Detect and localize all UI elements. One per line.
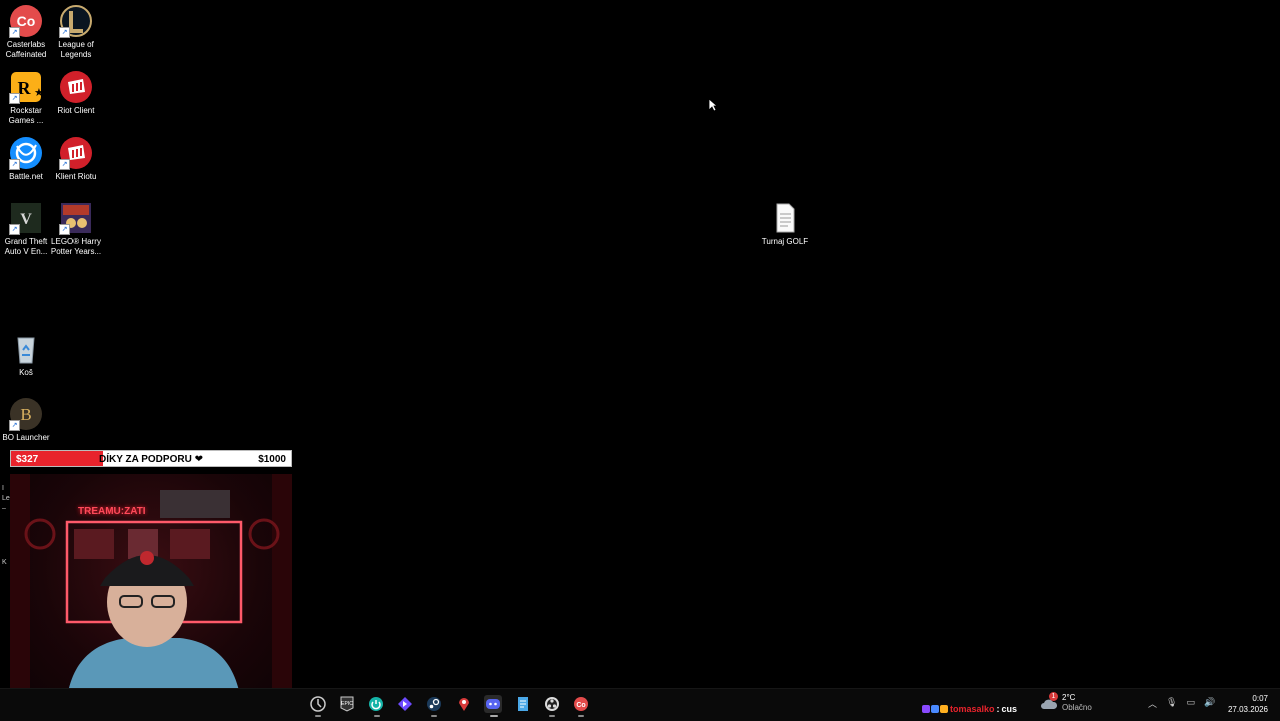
running-indicator (490, 715, 498, 717)
clipped-desktop-labels: I Le – K (2, 484, 10, 568)
svg-text:EPIC: EPIC (341, 701, 353, 707)
desktop-icon-label: Battle.net (9, 172, 43, 181)
lego-harry-potter-icon: ↗ (59, 201, 93, 235)
chat-ticker: tomasalko : cus (922, 704, 1017, 714)
casterlabs-icon[interactable]: Co (572, 695, 590, 713)
desktop-icon-gta-v[interactable]: V ↗ Grand Theft Auto V En... (0, 201, 52, 257)
weather-temp: 2°C (1062, 693, 1076, 702)
svg-text:★: ★ (34, 87, 43, 99)
riot-client-icon (59, 70, 93, 104)
webcam-sign-text: TREAMU:ZATI (78, 506, 146, 517)
battle-net-icon: ↗ (9, 136, 43, 170)
notepad-icon[interactable] (514, 695, 532, 713)
discord-icon[interactable] (484, 695, 502, 713)
desktop-icon-lego-harry-potter[interactable]: ↗ LEGO® Harry Potter Years... (50, 201, 102, 257)
steam-icon[interactable] (425, 695, 443, 713)
obs-icon[interactable] (543, 695, 561, 713)
donation-goal-current: $327 (16, 454, 39, 465)
svg-text:B: B (20, 405, 31, 424)
mouse-cursor-icon (708, 98, 718, 112)
clipped-label: – (2, 505, 6, 512)
desktop-icon-league-of-legends[interactable]: ↗ League of Legends (50, 4, 102, 60)
microphone-icon[interactable]: 🎙 (1166, 697, 1177, 710)
svg-text:V: V (20, 211, 32, 228)
desktop-icon-label: Casterlabs Caffeinated (5, 40, 47, 59)
donation-goal-text: DÍKY ZA PODPORU ❤ (99, 454, 203, 465)
chat-separator: : (996, 704, 1000, 714)
desktop-icon-label: Rockstar Games ... (8, 106, 44, 125)
start-icon[interactable] (309, 695, 327, 713)
clock-time: 0:07 (1252, 694, 1268, 703)
desktop-icon-label: LEGO® Harry Potter Years... (50, 237, 102, 256)
desktop-icon-label: Grand Theft Auto V En... (4, 237, 48, 256)
system-tray: ︿ 🎙 ▭ 🔊 (1148, 697, 1215, 710)
desktop-icon-label: BO Launcher (2, 433, 50, 442)
desktop-icon-recycle-bin[interactable]: Koš (0, 332, 52, 378)
map-pin-icon[interactable] (455, 695, 473, 713)
text-file-icon (768, 201, 802, 235)
desktop-icon-label: League of Legends (58, 40, 94, 59)
desktop-icon-riot-client[interactable]: Riot Client (50, 70, 102, 116)
volume-icon[interactable]: 🔊 (1204, 697, 1215, 710)
desktop-icon-turnaj-golf[interactable]: Turnaj GOLF (759, 201, 811, 247)
desktop-icon-bo-launcher[interactable]: B ↗ BO Launcher (0, 397, 52, 443)
clipped-label: K (2, 559, 7, 566)
clock-date: 27.03.2026 (1227, 705, 1268, 714)
desktop-icon-label: Turnaj GOLF (761, 237, 809, 246)
network-icon[interactable]: ▭ (1186, 697, 1195, 710)
desktop-icon-label: Koš (19, 368, 33, 377)
recycle-bin-icon (9, 332, 43, 366)
donation-goal-bar: $327 DÍKY ZA PODPORU ❤ $1000 (10, 450, 292, 467)
chat-username: tomasalko (950, 704, 995, 714)
desktop-icon-label: Klient Riotu (55, 172, 97, 181)
league-of-legends-icon: ↗ (59, 4, 93, 38)
bo-launcher-icon: B ↗ (9, 397, 43, 431)
gta-v-icon: V ↗ (9, 201, 43, 235)
webcam-overlay: TREAMU:ZATI (10, 474, 292, 710)
weather-badge: 1 (1049, 692, 1058, 701)
chat-message: cus (1001, 704, 1018, 714)
clipped-label: I (2, 485, 4, 492)
running-indicator (578, 715, 584, 717)
running-indicator (431, 715, 437, 717)
running-indicator (549, 715, 555, 717)
desktop-icon-rockstar[interactable]: R ★ ↗ Rockstar Games ... (0, 70, 52, 126)
running-indicator (374, 715, 380, 717)
desktop-icon-casterlabs[interactable]: Co ↗ Casterlabs Caffeinated (0, 4, 52, 60)
desktop-icon-klient-riotu[interactable]: ↗ Klient Riotu (50, 136, 102, 182)
rockstar-games-icon: R ★ ↗ (9, 70, 43, 104)
chevron-up-icon[interactable]: ︿ (1148, 697, 1157, 710)
desktop-icon-battle-net[interactable]: ↗ Battle.net (0, 136, 52, 182)
riot-client-icon: ↗ (59, 136, 93, 170)
svg-text:Co: Co (576, 702, 585, 709)
running-indicator (315, 715, 321, 717)
desktop-icon-label: Riot Client (57, 106, 95, 115)
proton-vpn-icon[interactable] (396, 695, 414, 713)
casterlabs-icon: Co ↗ (9, 4, 43, 38)
chat-badge-icons (922, 705, 948, 713)
power-app-icon[interactable] (367, 695, 385, 713)
taskbar-clock[interactable]: 0:07 27.03.2026 (1228, 693, 1268, 715)
donation-goal-max: $1000 (258, 454, 286, 465)
weather-condition: Oblačno (1062, 703, 1092, 712)
epic-games-icon[interactable]: EPIC (338, 695, 356, 713)
clipped-label: Le (2, 495, 10, 502)
